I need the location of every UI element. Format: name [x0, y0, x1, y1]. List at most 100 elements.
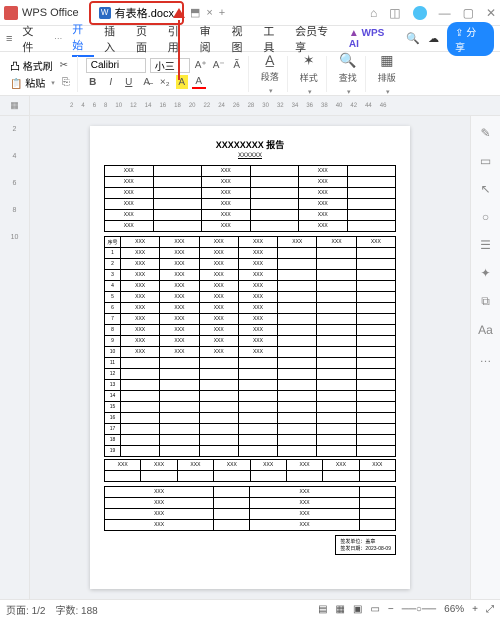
clear-format-icon[interactable]: Ã [230, 59, 244, 73]
main-cell [199, 435, 238, 446]
styles-button[interactable]: ✶样式 [296, 52, 322, 96]
text-effects-icon[interactable]: ×₂ [158, 75, 172, 89]
main-cell [356, 281, 395, 292]
menu-tab-start[interactable]: 开始 [72, 21, 94, 57]
main-cell [317, 336, 356, 347]
find-button[interactable]: 🔍查找 [335, 52, 361, 96]
hamburger-icon[interactable]: ≡ [6, 33, 12, 45]
info-cell [347, 188, 396, 199]
zoom-level[interactable]: 66% [444, 604, 464, 615]
font-size-select[interactable] [150, 58, 190, 73]
share-button[interactable]: ⇪ 分享 [447, 22, 494, 56]
main-cell: 11 [105, 358, 121, 369]
main-cell [278, 259, 317, 270]
menu-tab-insert[interactable]: 插入 [104, 23, 126, 55]
menu-chevron-icon[interactable]: ⋯ [54, 34, 62, 43]
bottom-cell: XXX [323, 460, 359, 471]
right-tool-1-icon[interactable]: ▭ [480, 154, 491, 168]
cube-icon[interactable]: ◫ [389, 6, 400, 20]
right-tool-5-icon[interactable]: ✦ [480, 266, 490, 280]
view-mode-icon-3[interactable]: ▣ [353, 604, 362, 615]
bold-icon[interactable]: B [86, 75, 100, 89]
app-brand: WPS Office [4, 6, 79, 20]
main-cell: XXX [199, 314, 238, 325]
increase-font-icon[interactable]: A⁺ [194, 59, 208, 73]
right-tool-0-icon[interactable]: ✎ [480, 126, 490, 140]
right-tool-6-icon[interactable]: ⧉ [481, 294, 490, 309]
decrease-font-icon[interactable]: A⁻ [212, 59, 226, 73]
menu-tab-review[interactable]: 审阅 [200, 23, 222, 55]
paste-button[interactable]: 📋 粘贴 [10, 75, 45, 90]
font-color-icon[interactable]: A [192, 75, 206, 89]
paragraph-button[interactable]: A̲段落 [257, 52, 283, 95]
italic-icon[interactable]: I [104, 75, 118, 89]
zoom-slider[interactable]: ──○── [402, 604, 436, 615]
fit-icon[interactable]: ⤢ [486, 604, 494, 615]
signature-box: 签发单位：盖章 签发日期：2023-08-09 [335, 535, 396, 555]
minimize-icon[interactable]: — [439, 6, 451, 20]
zoom-in-icon[interactable]: + [472, 604, 478, 615]
right-tool-2-icon[interactable]: ↖ [480, 182, 490, 196]
main-header-cell: XXX [199, 237, 238, 248]
main-cell [160, 402, 199, 413]
main-cell: XXX [238, 281, 277, 292]
view-mode-icon-2[interactable]: ▦ [336, 604, 345, 615]
wps-ai-button[interactable]: ▲ WPS AI [349, 28, 397, 50]
format-brush-button[interactable]: 凸 格式刷 [10, 58, 53, 73]
home-icon[interactable]: ⌂ [370, 6, 377, 20]
menu-tab-tools[interactable]: 工具 [263, 23, 285, 55]
arrange-button[interactable]: ▦排版 [374, 52, 400, 96]
wps-logo-icon [4, 6, 18, 20]
zoom-out-icon[interactable]: − [388, 604, 394, 615]
right-tool-4-icon[interactable]: ☰ [480, 238, 491, 252]
right-tool-3-icon[interactable]: ○ [482, 210, 489, 224]
main-cell: XXX [160, 281, 199, 292]
main-cell: XXX [238, 325, 277, 336]
main-cell [160, 435, 199, 446]
file-menu[interactable]: 文件 [22, 23, 44, 55]
ribbon: 凸 格式刷✂ 📋 粘贴⎘ A⁺ A⁻ Ã B I U A̶ ×₂ A A A̲段… [0, 52, 500, 96]
underline-icon[interactable]: U [122, 75, 136, 89]
page-indicator[interactable]: 页面: 1/2 [6, 602, 45, 617]
main-cell [121, 435, 160, 446]
main-cell [160, 446, 199, 457]
find-group: 🔍查找 [331, 56, 366, 92]
main-cell [238, 413, 277, 424]
right-tool-7-icon[interactable]: Aa [478, 323, 493, 337]
main-cell [317, 281, 356, 292]
info-cell: XXX [105, 221, 154, 232]
search-icon[interactable]: 🔍 [406, 32, 420, 45]
menu-tab-view[interactable]: 视图 [231, 23, 253, 55]
ruler-corner-icon[interactable]: ▦ [0, 96, 30, 115]
right-tool-8-icon[interactable]: … [480, 351, 492, 365]
word-count[interactable]: 字数: 188 [55, 602, 97, 617]
new-tab-icon[interactable]: + [219, 7, 225, 19]
main-cell [317, 325, 356, 336]
font-family-select[interactable] [86, 58, 146, 73]
view-mode-icon[interactable]: ▤ [318, 604, 327, 615]
main-cell [317, 270, 356, 281]
workspace: 246810 XXXXXXXX 报告 XXXXXX XXXXXXXXXXXXXX… [0, 116, 500, 599]
tab-sync-icon[interactable]: ⬒ [190, 6, 200, 19]
bottom-cell: XXX [141, 460, 177, 471]
menu-tab-member[interactable]: 会员专享 [295, 23, 339, 55]
window-close-icon[interactable]: ✕ [486, 6, 496, 20]
strike-icon[interactable]: A̶ [140, 75, 154, 89]
info-cell: XXX [202, 210, 251, 221]
maximize-icon[interactable]: ▢ [463, 6, 474, 20]
close-tab-icon[interactable]: × [206, 7, 212, 19]
cloud-icon[interactable]: ☁ [428, 32, 439, 45]
main-cell [317, 248, 356, 259]
menu-tab-page[interactable]: 页面 [136, 23, 158, 55]
doc-title: XXXXXXXX 报告 [104, 138, 396, 151]
main-cell: 6 [105, 303, 121, 314]
view-mode-icon-4[interactable]: ▭ [370, 604, 379, 615]
copy-icon[interactable]: ⎘ [59, 75, 73, 89]
cut-icon[interactable]: ✂ [57, 58, 71, 72]
main-cell: XXX [238, 303, 277, 314]
main-cell [121, 380, 160, 391]
main-cell: XXX [121, 281, 160, 292]
document-canvas[interactable]: XXXXXXXX 报告 XXXXXX XXXXXXXXXXXXXXXXXXXXX… [30, 116, 470, 599]
main-cell: XXX [160, 303, 199, 314]
user-avatar-icon[interactable] [413, 6, 427, 20]
